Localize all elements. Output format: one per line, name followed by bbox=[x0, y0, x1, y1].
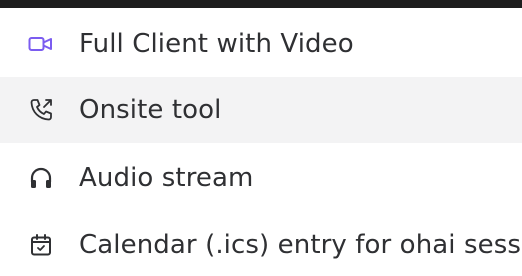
dropdown-menu: Full Client with Video Onsite tool Audio… bbox=[0, 8, 522, 276]
menu-item-label: Onsite tool bbox=[79, 95, 222, 125]
headphones-icon bbox=[27, 164, 55, 192]
menu-item-onsite-tool[interactable]: Onsite tool bbox=[0, 77, 522, 143]
menu-item-label: Audio stream bbox=[79, 163, 254, 193]
menu-item-audio-stream[interactable]: Audio stream bbox=[0, 145, 522, 211]
video-camera-icon bbox=[27, 30, 55, 58]
menu-item-full-client-video[interactable]: Full Client with Video bbox=[0, 11, 522, 77]
menu-item-label: Full Client with Video bbox=[79, 29, 354, 59]
phone-outgoing-icon bbox=[27, 96, 55, 124]
calendar-check-icon bbox=[27, 231, 55, 259]
menu-item-calendar-entry[interactable]: Calendar (.ics) entry for ohai sess bbox=[0, 212, 522, 276]
menu-item-label: Calendar (.ics) entry for ohai sess bbox=[79, 230, 522, 260]
